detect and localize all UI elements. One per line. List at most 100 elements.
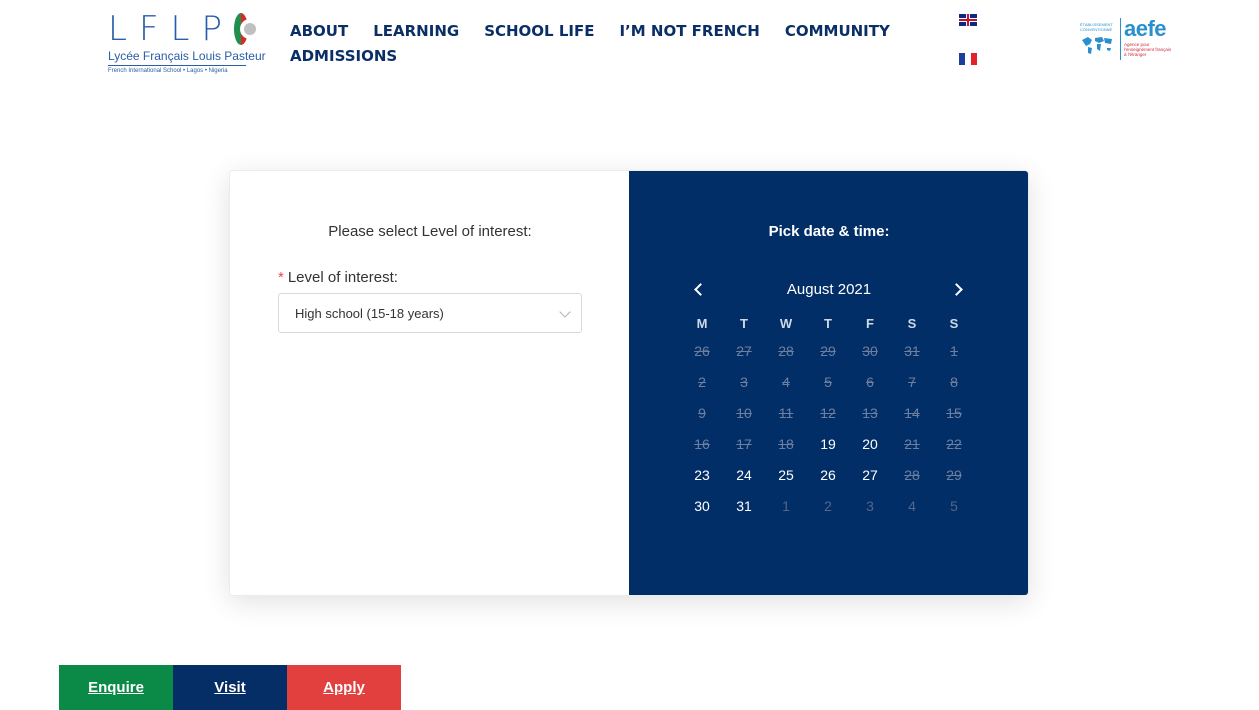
apply-button[interactable]: Apply <box>287 665 401 710</box>
calendar-day-unavailable: 27 <box>736 342 752 359</box>
calendar-day-other-month: 3 <box>866 497 874 514</box>
calendar-day-unavailable: 29 <box>820 342 836 359</box>
calendar-day-unavailable: 18 <box>778 435 794 452</box>
calendar-day-unavailable: 17 <box>736 435 752 452</box>
calendar-week-row: 30 31 1 2 3 4 5 <box>681 490 975 521</box>
aefe-wordmark: aefe <box>1124 16 1167 41</box>
calendar-day-available[interactable]: 27 <box>849 467 891 483</box>
weekday-label: T <box>824 315 832 331</box>
calendar-day-other-month: 1 <box>782 497 790 514</box>
chevron-right-icon <box>950 283 963 296</box>
weekday-label: M <box>696 315 708 331</box>
calendar-day-unavailable: 30 <box>862 342 878 359</box>
logo-tagline: French International School • Lagos • Ni… <box>108 68 228 74</box>
weekday-label: F <box>866 315 874 331</box>
calendar-day-unavailable: 28 <box>778 342 794 359</box>
calendar-week-row: 23 24 25 26 27 28 29 <box>681 459 975 490</box>
nav-row: ABOUT LEARNING SCHOOL LIFE I’M NOT FRENC… <box>290 18 890 43</box>
calendar-day-available[interactable]: 20 <box>849 436 891 452</box>
nav-row: ADMISSIONS <box>290 43 870 68</box>
calendar-panel-title: Pick date & time: <box>768 223 890 240</box>
next-month-button[interactable] <box>948 279 970 301</box>
calendar-week-row: 2 3 4 5 6 7 8 <box>681 366 975 397</box>
main-nav: ABOUT LEARNING SCHOOL LIFE I’M NOT FRENC… <box>290 18 890 68</box>
nav-item-admissions[interactable]: ADMISSIONS <box>290 47 397 65</box>
calendar-day-available[interactable]: 19 <box>807 436 849 452</box>
calendar-day-available[interactable]: 31 <box>723 498 765 514</box>
calendar-day-other-month: 4 <box>908 497 916 514</box>
calendar-day-unavailable: 21 <box>904 435 920 452</box>
weekday-header: MTWTFSS <box>681 311 975 335</box>
calendar-week-row: 16 17 18 19 20 21 22 <box>681 428 975 459</box>
calendar-day-unavailable: 12 <box>820 404 836 421</box>
calendar-day-unavailable: 2 <box>698 373 706 390</box>
level-panel-title: Please select Level of interest: <box>328 223 532 240</box>
level-panel: Please select Level of interest: * Level … <box>230 171 629 595</box>
logo-school-name: Lycée Français Louis Pasteur <box>108 49 266 63</box>
calendar-day-unavailable: 9 <box>698 404 706 421</box>
logo-letter: L <box>170 9 190 49</box>
logo-letter: F <box>138 9 159 49</box>
france-flag-icon[interactable] <box>959 53 977 65</box>
calendar-day-available[interactable]: 26 <box>807 467 849 483</box>
weekday-label: W <box>779 315 793 331</box>
calendar-day-unavailable: 26 <box>694 342 710 359</box>
calendar-day-unavailable: 15 <box>946 404 962 421</box>
calendar-week-row: 9 10 11 12 13 14 15 <box>681 397 975 428</box>
logo-letter: L <box>108 9 127 49</box>
aefe-divider <box>1120 18 1121 60</box>
calendar-day-available[interactable]: 25 <box>765 467 807 483</box>
calendar-day-available[interactable]: 30 <box>681 498 723 514</box>
calendar-day-unavailable: 5 <box>824 373 832 390</box>
calendar-day-unavailable: 22 <box>946 435 962 452</box>
calendar-day-other-month: 5 <box>950 497 958 514</box>
uk-flag-icon[interactable] <box>959 14 977 26</box>
chevron-down-icon <box>559 306 571 318</box>
aefe-label: ÉTABLISSEMENT CONVENTIONNÉ <box>1080 22 1113 32</box>
calendar-week-row: 26 27 28 29 30 31 1 <box>681 335 975 366</box>
calendar-panel: Pick date & time: August 2021 MTWTFSS 26… <box>629 171 1028 595</box>
calendar-day-unavailable: 31 <box>904 342 920 359</box>
calendar-day-unavailable: 13 <box>862 404 878 421</box>
required-asterisk: * <box>278 269 284 286</box>
calendar-day-unavailable: 8 <box>950 373 958 390</box>
aefe-description: Agence pour l'enseignement français à l'… <box>1124 42 1172 57</box>
level-of-interest-select[interactable]: High school (15-18 years) <box>278 293 582 333</box>
level-field-label: * Level of interest: <box>278 269 398 286</box>
calendar-day-unavailable: 3 <box>740 373 748 390</box>
calendar-day-unavailable: 7 <box>908 373 916 390</box>
calendar-day-unavailable: 4 <box>782 373 790 390</box>
calendar-day-other-month: 2 <box>824 497 832 514</box>
calendar-day-unavailable: 10 <box>736 404 752 421</box>
calendar-day-unavailable: 1 <box>950 342 958 359</box>
logo-ring-icon <box>233 13 261 45</box>
aefe-logo[interactable]: ÉTABLISSEMENT CONVENTIONNÉ aefe Agence p… <box>1080 16 1176 62</box>
school-logo[interactable]: L F L P Lycée Français Louis Pasteur Fre… <box>108 9 266 78</box>
weekday-label: T <box>740 315 748 331</box>
calendar-grid: MTWTFSS 26 27 28 29 30 31 1 2 3 4 5 6 7 8 9 10 11 12 13 14 1… <box>681 311 975 521</box>
calendar-day-unavailable: 6 <box>866 373 874 390</box>
logo-letters: L F L P <box>108 9 261 49</box>
calendar-day-available[interactable]: 23 <box>681 467 723 483</box>
world-map-icon <box>1082 37 1112 54</box>
booking-card: Please select Level of interest: * Level … <box>229 170 1029 596</box>
weekday-label: S <box>949 315 959 331</box>
nav-item-about[interactable]: ABOUT <box>290 22 348 40</box>
calendar-day-unavailable: 11 <box>778 404 794 421</box>
logo-divider <box>108 65 246 66</box>
nav-item-im-not-french[interactable]: I’M NOT FRENCH <box>619 22 759 40</box>
logo-letter: P <box>201 9 222 49</box>
level-field-label-text: Level of interest: <box>287 269 398 286</box>
nav-item-school-life[interactable]: SCHOOL LIFE <box>484 22 594 40</box>
enquire-button[interactable]: Enquire <box>59 665 173 710</box>
nav-item-learning[interactable]: LEARNING <box>373 22 459 40</box>
weekday-label: S <box>907 315 917 331</box>
calendar-day-unavailable: 16 <box>694 435 710 452</box>
visit-button[interactable]: Visit <box>173 665 287 710</box>
calendar-day-unavailable: 29 <box>946 466 962 483</box>
nav-item-community[interactable]: COMMUNITY <box>785 22 890 40</box>
calendar-day-unavailable: 28 <box>904 466 920 483</box>
calendar-day-available[interactable]: 24 <box>723 467 765 483</box>
calendar-day-unavailable: 14 <box>904 404 920 421</box>
level-select-value: High school (15-18 years) <box>295 306 444 321</box>
